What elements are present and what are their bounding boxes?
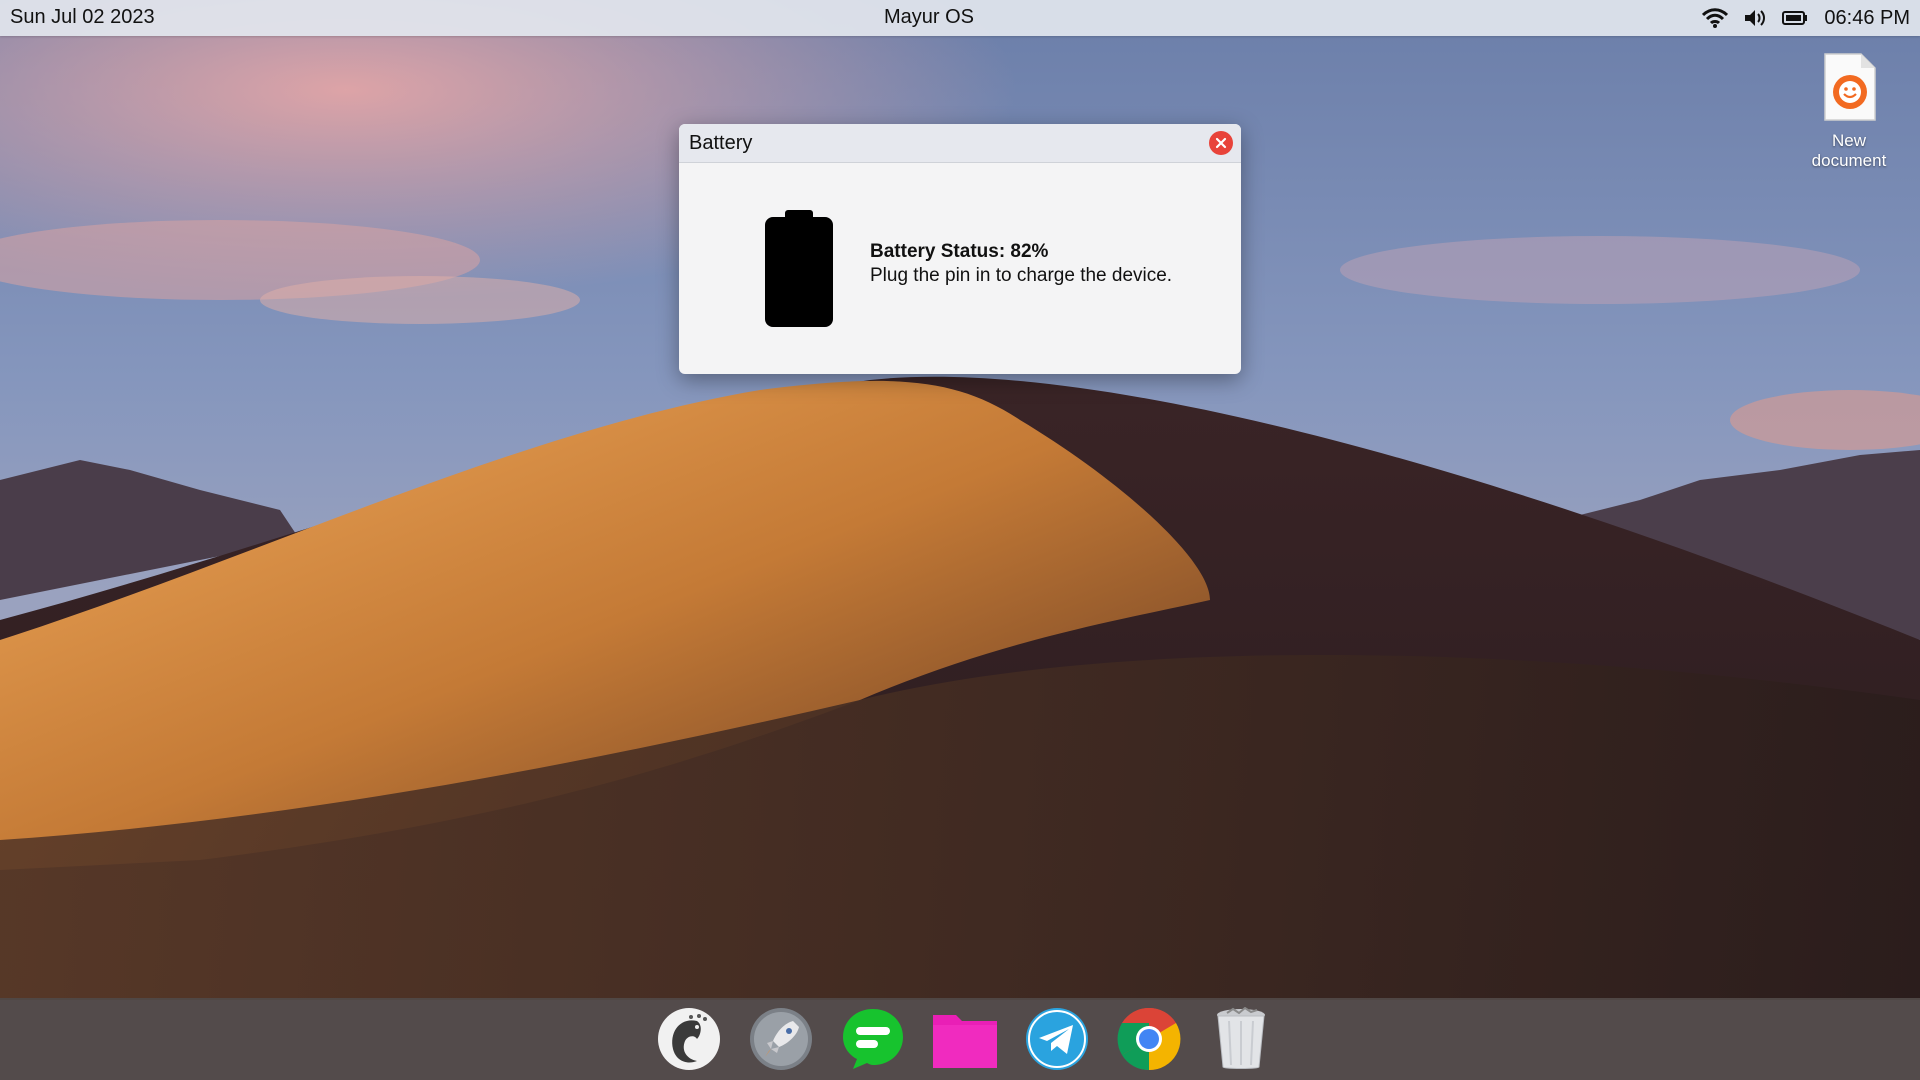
document-icon bbox=[1824, 53, 1876, 121]
battery-large-icon bbox=[765, 210, 833, 327]
dock-item-files[interactable] bbox=[932, 1006, 998, 1072]
close-icon bbox=[1215, 137, 1227, 149]
launchpad-rocket-icon bbox=[750, 1008, 812, 1070]
trash-icon bbox=[1217, 1007, 1265, 1069]
chrome-icon bbox=[1117, 1007, 1181, 1071]
dock-item-peacock[interactable] bbox=[656, 1006, 722, 1072]
top-menu-bar: Sun Jul 02 2023 Mayur OS 06:46 PM bbox=[0, 0, 1920, 36]
close-button[interactable] bbox=[1209, 131, 1233, 155]
battery-window: Battery Battery Status: 82% Plug the pin… bbox=[679, 124, 1241, 374]
volume-icon[interactable] bbox=[1742, 0, 1768, 36]
files-folder-icon bbox=[933, 1015, 997, 1068]
desktop-icon-label: New document bbox=[1811, 131, 1887, 170]
window-titlebar[interactable]: Battery bbox=[679, 124, 1241, 163]
window-title: Battery bbox=[689, 132, 753, 154]
dock-item-launchpad[interactable] bbox=[748, 1006, 814, 1072]
desktop: Sun Jul 02 2023 Mayur OS 06:46 PM New do… bbox=[0, 0, 1920, 1080]
os-name-label: Mayur OS bbox=[883, 6, 975, 28]
clock-label: 06:46 PM bbox=[1824, 6, 1910, 29]
dock-item-messages[interactable] bbox=[840, 1006, 906, 1072]
battery-icon[interactable] bbox=[1782, 0, 1808, 36]
dock-item-trash[interactable] bbox=[1208, 1006, 1274, 1072]
peacock-app-icon bbox=[658, 1008, 720, 1070]
system-tray: 06:46 PM bbox=[1702, 0, 1910, 36]
dock bbox=[0, 998, 1920, 1080]
dock-item-telegram[interactable] bbox=[1024, 1006, 1090, 1072]
wifi-icon[interactable] bbox=[1702, 0, 1729, 36]
charge-hint-label: Plug the pin in to charge the device. bbox=[870, 265, 1173, 286]
battery-status-text: Battery Status: 82% Plug the pin in to c… bbox=[870, 240, 1172, 288]
battery-status-label: Battery Status: 82% bbox=[870, 241, 1049, 262]
dock-item-chrome[interactable] bbox=[1116, 1006, 1182, 1072]
desktop-icon-new-document[interactable]: New document bbox=[1800, 52, 1898, 171]
messages-icon bbox=[843, 1009, 903, 1069]
telegram-icon bbox=[1026, 1008, 1088, 1070]
